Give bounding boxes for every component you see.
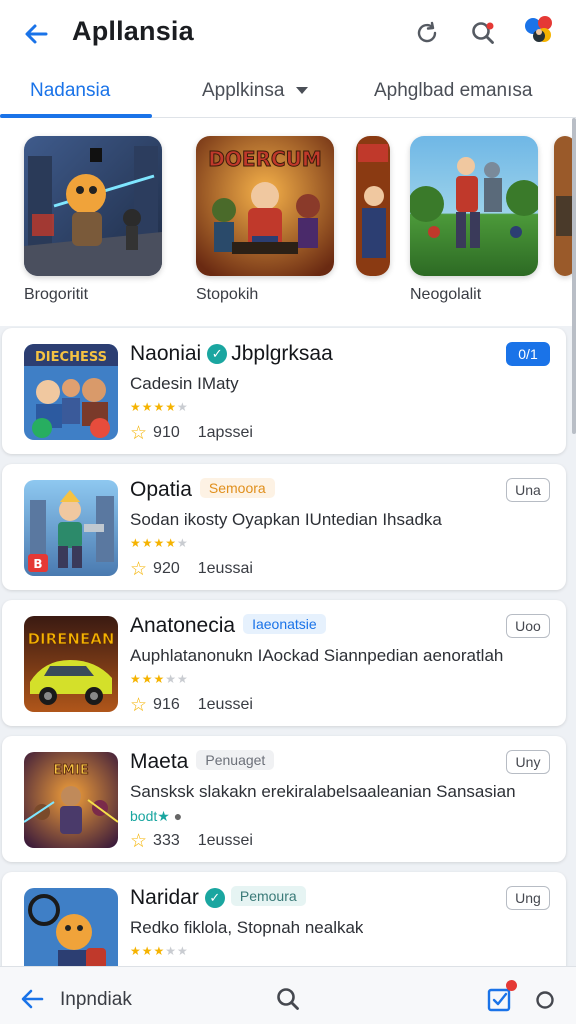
app-card[interactable]: B Opatia Semoora Una Sodan ikosty Oyapkan… — [2, 464, 566, 590]
circle-icon[interactable] — [534, 989, 556, 1011]
chevron-down-icon — [296, 87, 309, 95]
tab-aphglbad[interactable]: Aphglbad emanısa — [374, 80, 532, 102]
featured-card-2[interactable]: DOERCUM — [196, 136, 334, 276]
app-icon: DIRENEAN — [24, 616, 118, 712]
featured-label-3: Neogolalit — [410, 286, 482, 303]
sub-tag-text: bodt★ — [130, 808, 170, 824]
verified-check-icon: ✓ — [207, 344, 228, 364]
app-icon-text: DIECHESS — [35, 350, 107, 365]
featured-art-1 — [24, 136, 162, 276]
notification-dot — [506, 980, 517, 991]
app-icon-text: DIRENEAN — [28, 630, 115, 648]
app-title: Naoniai ✓ Jbplgrksaa — [130, 342, 333, 366]
app-bar: Apllansia — [0, 0, 576, 68]
app-meta: ☆ 333 1eussei — [130, 830, 253, 853]
featured-carousel[interactable]: Brogoritit DOERCUM Stopokih Neogolalit — [0, 118, 576, 326]
featured-card-1[interactable] — [24, 136, 162, 276]
refresh-icon[interactable] — [412, 18, 442, 48]
tab-nadansia[interactable]: Nadansia — [30, 80, 110, 102]
app-icon-badge: B — [33, 557, 42, 571]
search-alert-icon[interactable] — [468, 18, 498, 48]
app-name: Anatonecia — [130, 614, 236, 637]
page-title: Apllansia — [72, 16, 194, 46]
featured-art-partial — [356, 136, 390, 276]
star-outline-icon: ☆ — [130, 423, 148, 444]
verified-check-icon: ✓ — [204, 888, 225, 908]
featured-label-1: Brogoritit — [24, 286, 89, 303]
star-rating: ★★★★★ — [130, 672, 189, 686]
download-count: 1eussei — [197, 696, 253, 713]
app-name: Naridar — [130, 886, 199, 909]
info-icon: ● — [173, 808, 183, 824]
install-button[interactable]: 0/1 — [506, 342, 550, 366]
profile-avatar-icon[interactable] — [522, 14, 556, 48]
download-count: 1eussai — [197, 560, 253, 577]
app-icon: EMIE — [24, 752, 118, 848]
featured-card-partial[interactable] — [356, 136, 390, 276]
featured-card-3[interactable] — [410, 136, 538, 276]
app-icon: B — [24, 480, 118, 576]
app-title: Maeta Penuaget — [130, 750, 275, 774]
app-description: Auphlatanonukn IAockad Siannpedian aenor… — [130, 646, 504, 665]
category-badge: Pemoura — [230, 886, 306, 906]
sub-tag: bodt★ ● — [130, 808, 182, 825]
category-badge: Penuaget — [196, 750, 275, 770]
tab-applkinsa[interactable]: Applkinsa — [202, 80, 309, 102]
app-description: Cadesin IMaty — [130, 374, 239, 393]
app-description: Sansksk slakakn erekiralabelsaaleanian S… — [130, 782, 516, 801]
tab-label: Applkinsa — [202, 80, 285, 101]
category-badge: Semoora — [199, 478, 275, 498]
app-card[interactable]: EMIE Maeta Penuaget Uny Sansksk slakakn e… — [2, 736, 566, 862]
star-outline-icon: ☆ — [130, 831, 148, 852]
app-card[interactable]: DIECHESS Naoniai ✓ Jbplgrksaa 0/1 Cadesin … — [2, 328, 566, 454]
tab-bar: Nadansia Applkinsa Aphglbad emanısa — [0, 68, 576, 118]
featured-art-2: DOERCUM — [196, 136, 334, 276]
app-name: Opatia — [130, 478, 192, 501]
app-title: Opatia Semoora — [130, 478, 275, 502]
app-title: Anatonecia Iaeonatsie — [130, 614, 326, 638]
download-count: 1apssei — [197, 424, 253, 441]
rating-value: 333 — [153, 832, 180, 849]
app-meta: ☆ 920 1eussai — [130, 558, 253, 581]
featured-art-text-2: DOERCUM — [208, 147, 322, 171]
app-icon: DIECHESS — [24, 344, 118, 440]
install-button[interactable]: Ung — [506, 886, 550, 910]
app-description: Sodan ikosty Oyapkan IUntedian Ihsadka — [130, 510, 442, 529]
install-button[interactable]: Uny — [506, 750, 550, 774]
star-outline-icon: ☆ — [130, 559, 148, 580]
rating-value: 910 — [153, 424, 180, 441]
rating-value: 916 — [153, 696, 180, 713]
back-arrow-icon[interactable] — [20, 18, 52, 50]
app-name-suffix: Jbplgrksaa — [231, 342, 333, 365]
search-icon[interactable] — [274, 985, 302, 1013]
scrollbar[interactable] — [572, 118, 576, 434]
bottom-nav-label[interactable]: Inpndiak — [60, 989, 132, 1011]
download-count: 1eussei — [197, 832, 253, 849]
app-meta: ☆ 916 1eussei — [130, 694, 253, 717]
back-arrow-icon[interactable] — [18, 985, 46, 1013]
app-meta: ☆ 910 1apssei — [130, 422, 253, 445]
category-badge: Iaeonatsie — [243, 614, 326, 634]
bottom-nav: Inpndiak — [0, 966, 576, 1024]
app-card[interactable]: DIRENEAN Anatonecia Iaeonatsie Uoo Auphla… — [2, 600, 566, 726]
featured-art-3 — [410, 136, 538, 276]
star-rating: ★★★★★ — [130, 400, 189, 414]
app-name: Naoniai — [130, 342, 202, 365]
featured-label-2: Stopokih — [196, 286, 259, 303]
star-rating: ★★★★★ — [130, 536, 189, 550]
rating-value: 920 — [153, 560, 180, 577]
app-name: Maeta — [130, 750, 189, 773]
star-outline-icon: ☆ — [130, 695, 148, 716]
star-rating: ★★★★★ — [130, 944, 189, 958]
app-title: Naridar ✓ Pemoura — [130, 886, 306, 910]
install-button[interactable]: Una — [506, 478, 550, 502]
install-button[interactable]: Uoo — [506, 614, 550, 638]
app-description: Redko fiklola, Stopnah nealkak — [130, 918, 364, 937]
app-icon-text: EMIE — [53, 763, 89, 778]
